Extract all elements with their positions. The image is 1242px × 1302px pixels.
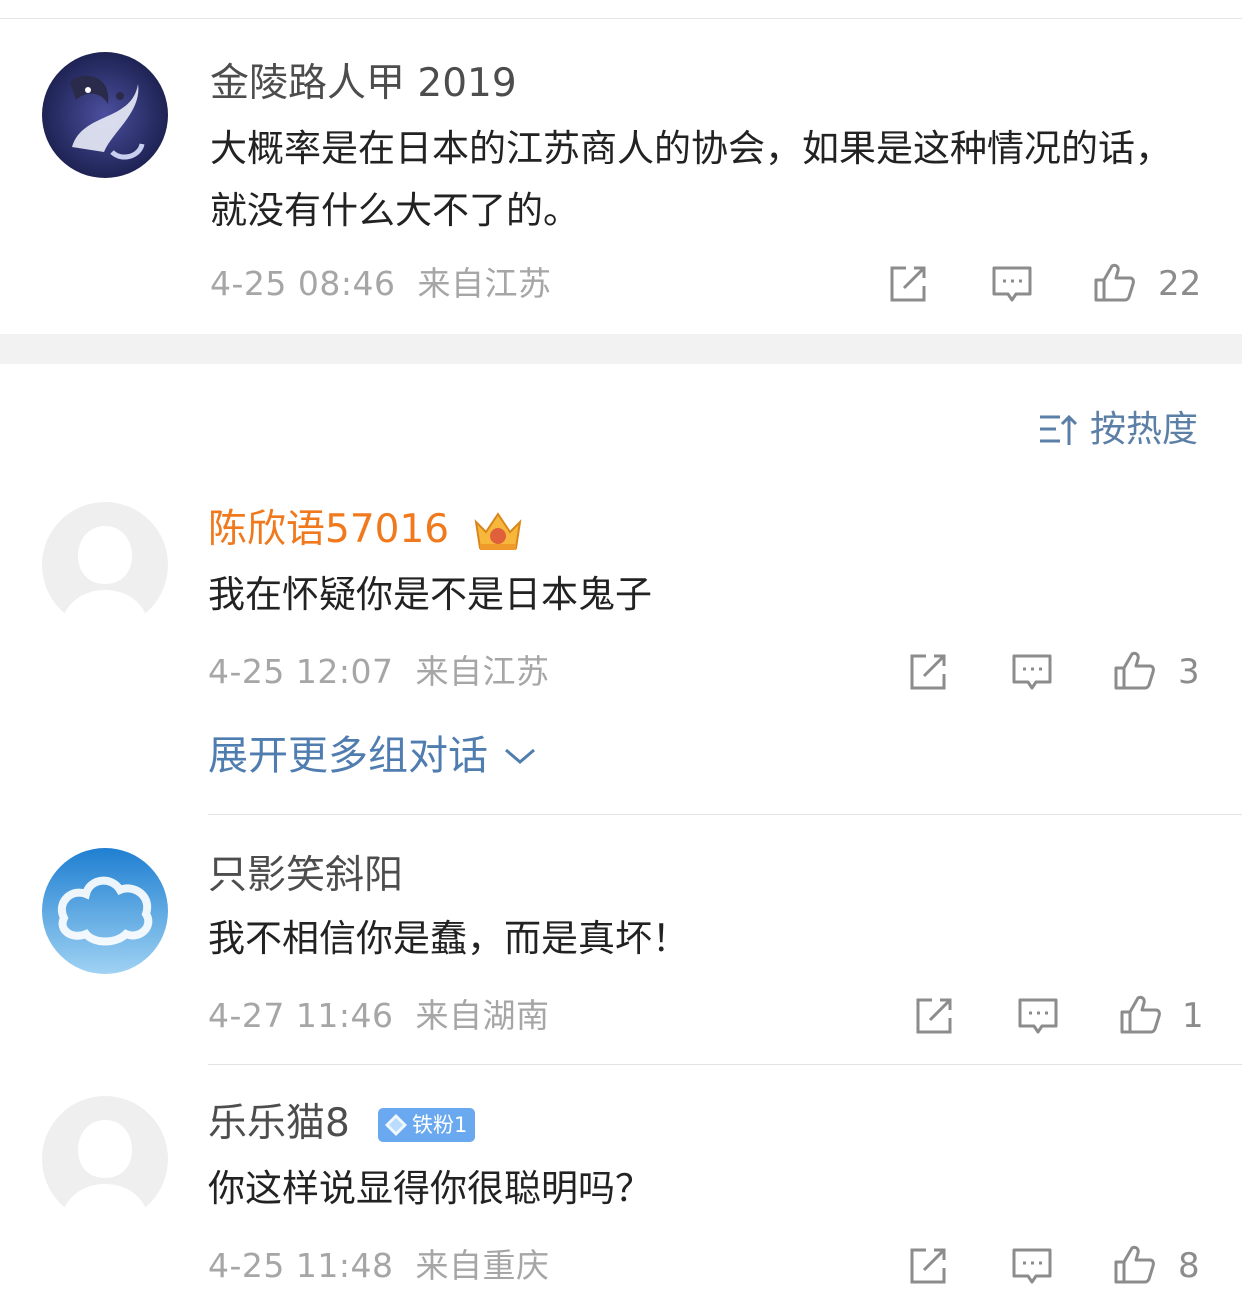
share-icon — [910, 1248, 946, 1284]
comment-username[interactable]: 陈欣语57016 — [208, 506, 449, 554]
vip-crown-icon — [470, 508, 526, 554]
like-button[interactable] — [1112, 648, 1156, 692]
expand-label: 展开更多组对话 — [208, 733, 488, 779]
like-button[interactable] — [1118, 992, 1162, 1036]
share-icon — [910, 654, 946, 690]
comment-date: 4-27 11:46 — [208, 996, 394, 1035]
reply-button[interactable] — [990, 262, 1034, 306]
divider — [208, 1064, 1242, 1065]
avatar[interactable] — [42, 52, 168, 178]
reply-button[interactable] — [1010, 650, 1054, 694]
sort-toggle[interactable]: 按热度 — [1038, 408, 1198, 452]
share-button[interactable] — [906, 650, 950, 694]
share-icon — [890, 266, 926, 302]
share-button[interactable] — [886, 262, 930, 306]
reply-button[interactable] — [1010, 1244, 1054, 1288]
comment-location: 来自湖南 — [415, 996, 550, 1035]
thumbs-up-icon — [1094, 263, 1135, 302]
comment-icon — [1012, 1248, 1052, 1284]
avatar[interactable] — [42, 502, 168, 628]
divider — [208, 814, 1242, 815]
comment-meta: 4-25 11:48 来自重庆 — [208, 1246, 549, 1286]
section-gap — [0, 334, 1242, 364]
comment-location: 来自江苏 — [415, 652, 550, 691]
sort-label: 按热度 — [1089, 409, 1198, 450]
thumbs-up-icon — [1120, 995, 1161, 1034]
default-avatar-icon — [42, 1096, 168, 1222]
avatar[interactable] — [42, 848, 168, 974]
comment-icon — [1012, 654, 1052, 690]
thumbs-up-icon — [1114, 651, 1155, 690]
comment-username[interactable]: 只影笑斜阳 — [208, 852, 403, 900]
share-icon — [916, 998, 952, 1034]
comment-meta: 4-25 08:46 来自江苏 — [210, 264, 551, 304]
comment-text: 大概率是在日本的江苏商人的协会，如果是这种情况的话，就没有什么大不了的。 — [210, 127, 1172, 232]
comment-text: 我不相信你是蠢，而是真坏！ — [208, 917, 689, 960]
comment-meta: 4-25 12:07 来自江苏 — [208, 652, 549, 692]
koi-fish-avatar — [42, 52, 168, 178]
reply-button[interactable] — [1016, 994, 1060, 1038]
comment-date: 4-25 11:48 — [208, 1246, 394, 1285]
fan-badge-label: 铁粉1 — [412, 1113, 468, 1137]
chevron-down-icon — [505, 748, 535, 764]
comment-meta: 4-27 11:46 来自湖南 — [208, 996, 549, 1036]
comment-text: 你这样说显得你很聪明吗？ — [208, 1167, 652, 1210]
fan-badge: 铁粉1 — [378, 1108, 476, 1142]
expand-more-conversations[interactable]: 展开更多组对话 — [208, 730, 538, 782]
like-count: 1 — [1182, 996, 1204, 1036]
default-avatar-icon — [42, 502, 168, 628]
like-button[interactable] — [1092, 260, 1136, 304]
comment-text: 我在怀疑你是不是日本鬼子 — [208, 573, 652, 616]
like-count: 22 — [1158, 264, 1202, 304]
like-count: 3 — [1178, 652, 1200, 692]
top-divider — [0, 18, 1242, 19]
comment-username[interactable]: 乐乐猫8 — [208, 1100, 350, 1148]
cloud-avatar-icon — [42, 848, 168, 974]
diamond-icon — [385, 1114, 407, 1136]
like-count: 8 — [1178, 1246, 1200, 1286]
share-button[interactable] — [906, 1244, 950, 1288]
comment-username[interactable]: 金陵路人甲 2019 — [210, 60, 517, 108]
comment-location: 来自江苏 — [417, 264, 552, 303]
share-button[interactable] — [912, 994, 956, 1038]
comment-location: 来自重庆 — [415, 1246, 550, 1285]
comment-date: 4-25 12:07 — [208, 652, 394, 691]
comment-icon — [1018, 998, 1058, 1034]
like-button[interactable] — [1112, 1242, 1156, 1286]
sort-icon — [1039, 414, 1078, 445]
thumbs-up-icon — [1114, 1245, 1155, 1284]
comment-date: 4-25 08:46 — [210, 264, 396, 303]
avatar[interactable] — [42, 1096, 168, 1222]
comment-icon — [992, 266, 1032, 302]
